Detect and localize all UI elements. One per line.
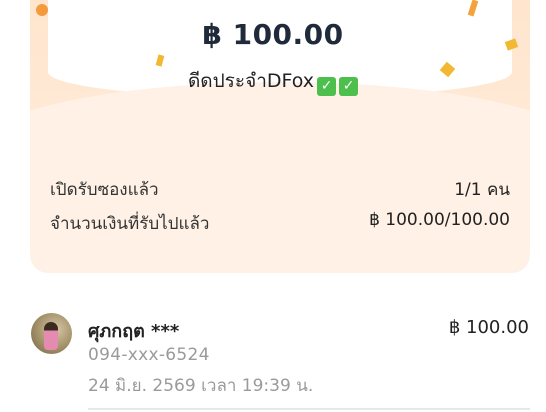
avatar xyxy=(31,313,72,354)
total-amount: ฿ 100.00 xyxy=(202,18,344,51)
avatar-photo xyxy=(44,322,58,350)
envelope-message-text: ดีดประจำDFox xyxy=(187,70,315,92)
confetti-piece xyxy=(36,4,48,16)
recipient-timestamp: 24 มิ.ย. 2569 เวลา 19:39 น. xyxy=(88,376,314,396)
envelope-message: ดีดประจำDFox ✓ ✓ xyxy=(0,66,546,96)
recipient-amount: ฿ 100.00 xyxy=(448,317,529,338)
opened-value: 1/1 คน xyxy=(454,180,510,200)
check-mark-icon: ✓ xyxy=(339,77,359,96)
opened-label: เปิดรับซองแล้ว xyxy=(50,180,159,200)
received-value: ฿ 100.00/100.00 xyxy=(369,210,510,230)
recipient-name: ศุภกฤต *** xyxy=(88,321,180,342)
list-divider xyxy=(88,408,530,410)
received-label: จำนวนเงินที่รับไปแล้ว xyxy=(50,214,210,234)
recipient-phone: 094-xxx-6524 xyxy=(88,345,210,365)
check-mark-icon: ✓ xyxy=(317,77,337,96)
